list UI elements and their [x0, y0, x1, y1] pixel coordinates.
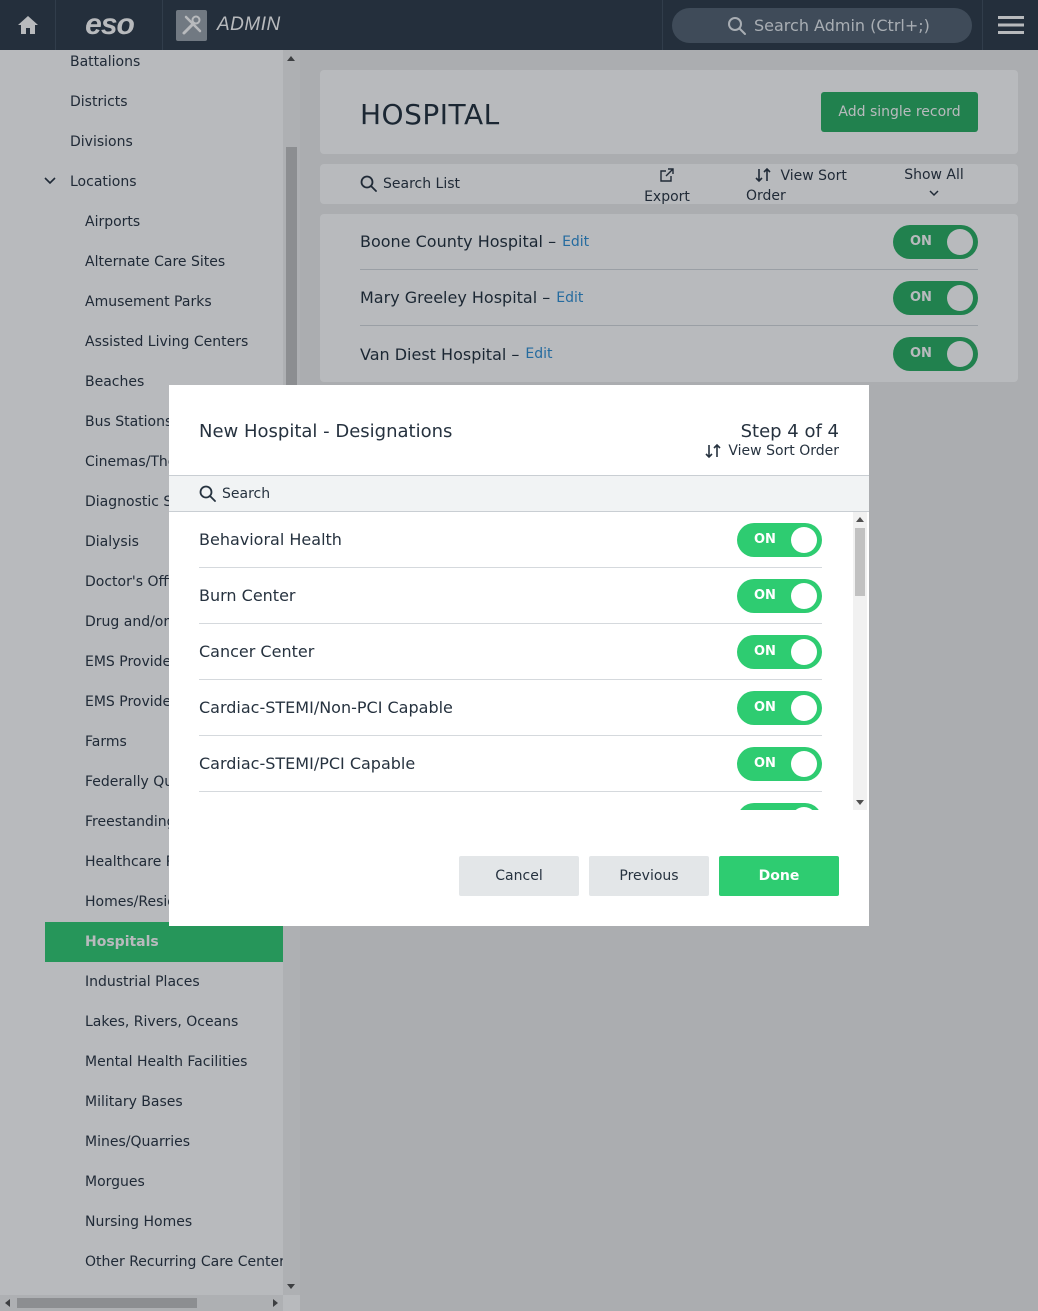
modal-sort-label: View Sort Order	[728, 443, 839, 459]
designation-label: Burn Center	[199, 586, 296, 605]
toggle-knob	[791, 582, 817, 609]
toggle-knob	[791, 638, 817, 665]
sort-arrows-icon	[705, 443, 721, 459]
toggle-label: ON	[754, 531, 776, 547]
designations-modal: New Hospital - Designations Step 4 of 4 …	[169, 385, 869, 926]
search-icon	[199, 485, 216, 502]
designation-toggle[interactable]: ON	[737, 522, 822, 557]
designation-row: Behavioral Health ON	[199, 512, 822, 568]
designation-label: Cancer Center	[199, 642, 315, 661]
previous-button[interactable]: Previous	[589, 856, 709, 896]
toggle-knob	[791, 526, 817, 553]
toggle-knob	[791, 750, 817, 777]
designation-row: Cardiac-STEMI/Non-PCI Capable ON	[199, 680, 822, 736]
toggle-label: ON	[754, 699, 776, 715]
designation-row	[199, 792, 822, 810]
designation-list-scrollbar[interactable]	[853, 512, 867, 810]
designation-label: Cardiac-STEMI/Non-PCI Capable	[199, 698, 453, 717]
scroll-down-arrow-icon[interactable]	[856, 800, 864, 805]
scrollbar-thumb[interactable]	[855, 528, 865, 596]
designation-toggle[interactable]: ON	[737, 690, 822, 725]
toggle-label: ON	[754, 643, 776, 659]
designation-row: Cancer Center ON	[199, 624, 822, 680]
toggle-label: ON	[754, 587, 776, 603]
designation-row: Burn Center ON	[199, 568, 822, 624]
modal-search-placeholder: Search	[222, 485, 271, 502]
designation-list: Behavioral Health ON Burn Center ON Cancer C…	[199, 512, 822, 810]
toggle-knob	[791, 806, 817, 810]
toggle-knob	[791, 694, 817, 721]
modal-search-input[interactable]: Search	[169, 475, 869, 512]
designation-row: Cardiac-STEMI/PCI Capable ON	[199, 736, 822, 792]
designation-toggle[interactable]	[737, 802, 822, 810]
designation-toggle[interactable]: ON	[737, 578, 822, 613]
done-button[interactable]: Done	[719, 856, 839, 896]
designation-toggle[interactable]: ON	[737, 746, 822, 781]
step-indicator: Step 4 of 4	[740, 421, 839, 442]
modal-title: New Hospital - Designations	[199, 421, 453, 442]
designation-label: Behavioral Health	[199, 530, 342, 549]
modal-view-sort-order-button[interactable]: View Sort Order	[704, 443, 839, 459]
designation-toggle[interactable]: ON	[737, 634, 822, 669]
cancel-button[interactable]: Cancel	[459, 856, 579, 896]
designation-label: Cardiac-STEMI/PCI Capable	[199, 754, 416, 773]
toggle-label: ON	[754, 755, 776, 771]
scroll-up-arrow-icon[interactable]	[856, 517, 864, 522]
